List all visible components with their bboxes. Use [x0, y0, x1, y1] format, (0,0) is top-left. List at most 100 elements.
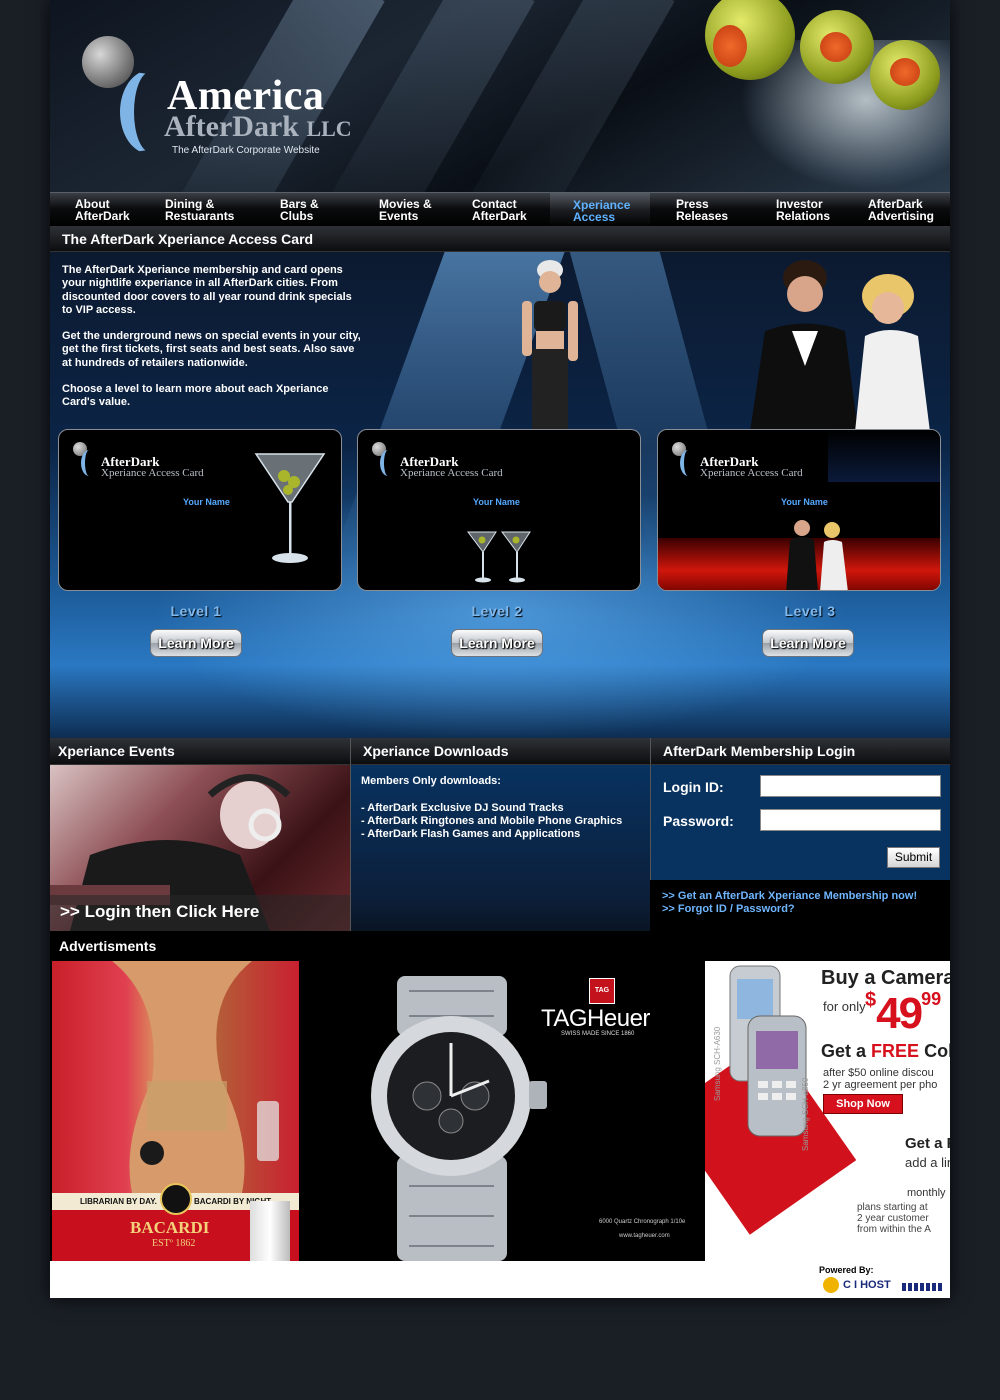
watch-image [371, 976, 547, 1261]
ad-add-line: add a lin [905, 1155, 950, 1170]
ad-free-line: Get a FREE Color [821, 1041, 950, 1062]
ad-monthly: monthly [907, 1187, 946, 1199]
intro-text: The AfterDark Xperiance membership and c… [62, 264, 362, 423]
nav-item-label: AfterDark [472, 209, 527, 223]
shop-now-button[interactable]: Shop Now [823, 1094, 903, 1114]
login-links: >> Get an AfterDark Xperiance Membership… [662, 890, 917, 916]
martini-glass-icon [254, 453, 326, 563]
intro-paragraph: Get the underground news on special even… [62, 330, 361, 369]
free-line-a: Get a [821, 1041, 867, 1061]
tagheuer-ad[interactable]: TAG TAGHeuer SWISS MADE SINCE 1860 6000 … [299, 961, 705, 1261]
access-card-level-1: AfterDark Xperiance Access Card Your Nam… [58, 429, 342, 591]
download-item[interactable]: - AfterDark Flash Games and Applications [361, 828, 640, 841]
tagline: The AfterDark Corporate Website [172, 145, 320, 156]
hero-panel: The AfterDark Xperiance membership and c… [50, 252, 950, 738]
intro-paragraph: The AfterDark Xperiance membership and c… [62, 264, 352, 316]
login-id-label: Login ID: [663, 779, 724, 795]
nav-item-label: Restuarants [165, 209, 235, 223]
price-main: 49 [876, 989, 923, 1038]
nav-item[interactable]: Press Releases [676, 198, 728, 222]
price-dollar: $ [865, 989, 877, 1011]
tagheuer-model: 6000 Quartz Chronograph 1/10e [599, 1219, 686, 1225]
forgot-password-link[interactable]: >> Forgot ID / Password? [662, 903, 917, 916]
download-item[interactable]: - AfterDark Ringtones and Mobile Phone G… [361, 815, 640, 828]
footer: Powered By: C I HOST [50, 1261, 950, 1298]
get-membership-link[interactable]: >> Get an AfterDark Xperiance Membership… [662, 890, 917, 903]
main-nav: About AfterDark Dining & Restuarants Bars & C… [50, 192, 950, 227]
ad-rebate: after $50 online discou 2 yr agreement p… [823, 1067, 937, 1091]
intro-paragraph: Choose a level to learn more about each … [62, 383, 329, 409]
plans-line: from within the A [857, 1224, 931, 1235]
couple-image [750, 260, 930, 432]
page: America AfterDark LLC The AfterDark Corp… [50, 0, 950, 1298]
free-word: FREE [871, 1041, 920, 1061]
city-skyline-image [828, 430, 940, 482]
card-logo-crescent [380, 450, 396, 476]
card-subtitle: Xperiance Access Card [400, 467, 503, 479]
nav-item[interactable]: Contact AfterDark [472, 198, 527, 222]
rebate-line: 2 yr agreement per pho [823, 1079, 938, 1091]
bacardi-bottle-image [250, 1201, 290, 1261]
nav-item[interactable]: Dining & Restuarants [165, 198, 234, 222]
logo-moon [82, 36, 134, 88]
nav-item-label: Relations [776, 209, 831, 223]
samsung-phone-ad[interactable]: Samsung SCH-A630 Samsung SCH-a850 Buy a … [705, 961, 950, 1261]
tag-logo-icon: TAG [589, 978, 615, 1004]
nav-item[interactable]: About AfterDark [75, 198, 130, 222]
nav-item[interactable]: AfterDark Advertising [868, 198, 934, 222]
tagheuer-brand: TAGHeuer [541, 1005, 650, 1032]
phone-model-1: Samsung SCH-A630 [713, 1026, 722, 1101]
free-line-b: Color [924, 1041, 950, 1061]
card-subtitle: Xperiance Access Card [101, 467, 204, 479]
nav-item[interactable]: Bars & Clubs [280, 198, 319, 222]
events-login-link[interactable]: >> Login then Click Here [50, 895, 350, 931]
phone-model-2: Samsung SCH-a850 [801, 1077, 810, 1151]
password-label: Password: [663, 813, 734, 829]
password-input[interactable] [760, 809, 941, 831]
card-name: Your Name [473, 497, 520, 507]
nav-item-label: Releases [676, 209, 729, 223]
card-name: Your Name [781, 497, 828, 507]
ad-headline: Buy a Camera [821, 967, 950, 989]
ad-plans: plans starting at 2 year customer from w… [857, 1202, 931, 1235]
downloads-title: Xperiance Downloads [350, 738, 650, 765]
bacardi-est: ESTº 1862 [152, 1238, 196, 1249]
tagheuer-subtitle: SWISS MADE SINCE 1860 [561, 1031, 635, 1037]
cihost-link[interactable]: C I HOST [843, 1279, 891, 1291]
download-item[interactable]: - AfterDark Exclusive DJ Sound Tracks [361, 802, 640, 815]
nav-item[interactable]: Movies & Events [379, 198, 432, 222]
bacardi-ad[interactable]: LIBRARIAN BY DAY. BACARDI BY NIGHT. BACA… [52, 961, 299, 1261]
access-card-level-3: AfterDark Xperiance Access Card Your Nam… [657, 429, 941, 591]
section-title: The AfterDark Xperiance Access Card [50, 226, 950, 252]
rebate-line: after $50 online discou [823, 1067, 934, 1079]
cihost-bars-icon [902, 1283, 944, 1291]
plans-line: plans starting at [857, 1202, 928, 1213]
card-logo-crescent [81, 450, 97, 476]
card-subtitle: Xperiance Access Card [700, 467, 803, 479]
learn-more-level-1-button[interactable]: Learn More [150, 629, 242, 657]
site-header: America AfterDark LLC The AfterDark Corp… [50, 0, 950, 192]
downloads-panel: Members Only downloads: - AfterDark Excl… [350, 765, 650, 931]
tagheuer-url: www.tagheuer.com [619, 1233, 670, 1239]
phones-image [729, 965, 807, 1137]
events-title: Xperiance Events [50, 738, 350, 765]
brand-afterdark: AfterDark [164, 110, 299, 143]
martini-glasses-icon [467, 531, 531, 583]
nav-item-label: Access [573, 210, 616, 224]
nav-item[interactable]: Investor Relations [776, 198, 830, 222]
login-id-input[interactable] [760, 775, 941, 797]
downloads-heading: Members Only downloads: [361, 775, 501, 787]
cihost-logo-icon [823, 1277, 839, 1293]
ad-get-family: Get a Fa [905, 1135, 950, 1152]
learn-more-level-3-button[interactable]: Learn More [762, 629, 854, 657]
submit-button[interactable]: Submit [887, 847, 940, 868]
access-card-level-2: AfterDark Xperiance Access Card Your Nam… [357, 429, 641, 591]
brand-subname: AfterDark LLC [164, 110, 352, 144]
nav-item-label: Clubs [280, 209, 314, 223]
nav-item[interactable]: Xperiance Access [573, 199, 630, 223]
learn-more-level-2-button[interactable]: Learn More [451, 629, 543, 657]
couple-image [786, 520, 848, 590]
nav-item-label: Events [379, 209, 419, 223]
level-label-1: Level 1 [170, 603, 222, 619]
ads-title: Advertisments [59, 938, 157, 954]
